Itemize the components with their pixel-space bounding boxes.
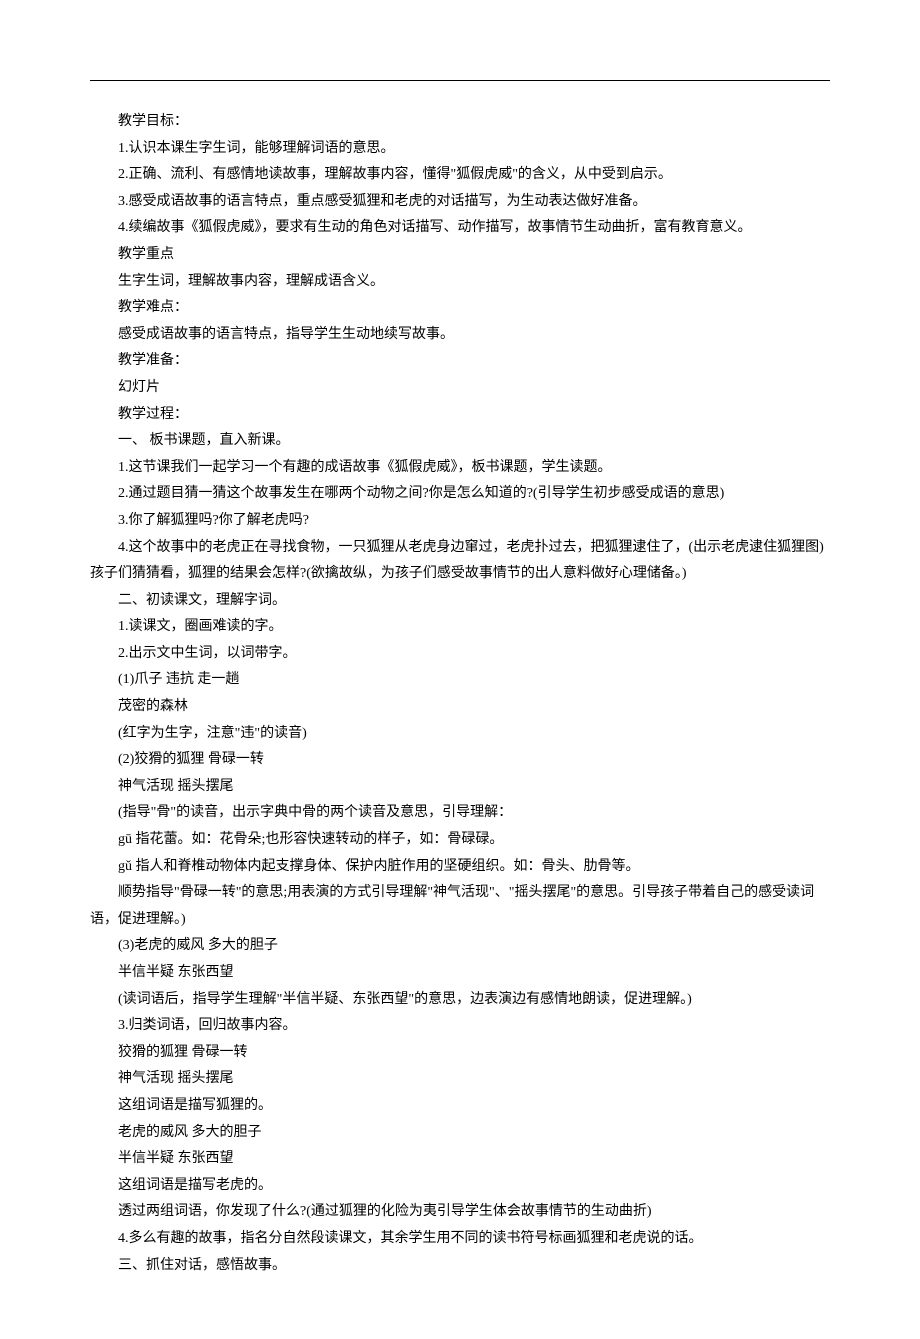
paragraph-line: 神气活现 摇头摆尾 <box>90 774 830 801</box>
paragraph-line: 4.这个故事中的老虎正在寻找食物，一只狐狸从老虎身边窜过，老虎扑过去，把狐狸逮住… <box>90 535 830 588</box>
paragraph-line: 教学难点： <box>90 295 830 322</box>
paragraph-line: 幻灯片 <box>90 375 830 402</box>
paragraph-line: (读词语后，指导学生理解"半信半疑、东张西望"的意思，边表演边有感情地朗读，促进… <box>90 987 830 1014</box>
paragraph-line: 生字生词，理解故事内容，理解成语含义。 <box>90 269 830 296</box>
paragraph-line: 1.读课文，圈画难读的字。 <box>90 614 830 641</box>
paragraph-line: 二、初读课文，理解字词。 <box>90 588 830 615</box>
paragraph-line: 教学准备： <box>90 348 830 375</box>
paragraph-line: 顺势指导"骨碌一转"的意思;用表演的方式引导理解"神气活现"、"摇头摆尾"的意思… <box>90 880 830 933</box>
paragraph-line: 教学重点 <box>90 242 830 269</box>
paragraph-line: gǔ 指人和脊椎动物体内起支撑身体、保护内脏作用的坚硬组织。如：骨头、肋骨等。 <box>90 854 830 881</box>
paragraph-line: 3.感受成语故事的语言特点，重点感受狐狸和老虎的对话描写，为生动表达做好准备。 <box>90 189 830 216</box>
paragraph-line: 半信半疑 东张西望 <box>90 1146 830 1173</box>
paragraph-line: 狡猾的狐狸 骨碌一转 <box>90 1040 830 1067</box>
paragraph-line: 这组词语是描写老虎的。 <box>90 1173 830 1200</box>
paragraph-line: 2.出示文中生词，以词带字。 <box>90 641 830 668</box>
paragraph-line: 教学目标： <box>90 109 830 136</box>
paragraph-line: (2)狡猾的狐狸 骨碌一转 <box>90 747 830 774</box>
paragraph-line: 茂密的森林 <box>90 694 830 721</box>
paragraph-line: (指导"骨"的读音，出示字典中骨的两个读音及意思，引导理解： <box>90 800 830 827</box>
paragraph-line: 透过两组词语，你发现了什么?(通过狐狸的化险为夷引导学生体会故事情节的生动曲折) <box>90 1199 830 1226</box>
top-divider <box>90 80 830 81</box>
paragraph-line: (3)老虎的威风 多大的胆子 <box>90 933 830 960</box>
paragraph-line: 4.续编故事《狐假虎威》，要求有生动的角色对话描写、动作描写，故事情节生动曲折，… <box>90 215 830 242</box>
paragraph-line: 神气活现 摇头摆尾 <box>90 1066 830 1093</box>
paragraph-line: 这组词语是描写狐狸的。 <box>90 1093 830 1120</box>
paragraph-line: 2.通过题目猜一猜这个故事发生在哪两个动物之间?你是怎么知道的?(引导学生初步感… <box>90 481 830 508</box>
paragraph-line: gū 指花蕾。如：花骨朵;也形容快速转动的样子，如：骨碌碌。 <box>90 827 830 854</box>
paragraph-line: 老虎的威风 多大的胆子 <box>90 1120 830 1147</box>
document-page: 教学目标：1.认识本课生字生词，能够理解词语的意思。2.正确、流利、有感情地读故… <box>0 0 920 1339</box>
paragraph-line: (红字为生字，注意"违"的读音) <box>90 721 830 748</box>
paragraph-line: 4.多么有趣的故事，指名分自然段读课文，其余学生用不同的读书符号标画狐狸和老虎说… <box>90 1226 830 1253</box>
paragraph-line: 1.这节课我们一起学习一个有趣的成语故事《狐假虎威》，板书课题，学生读题。 <box>90 455 830 482</box>
paragraph-line: 三、抓住对话，感悟故事。 <box>90 1253 830 1280</box>
paragraph-line: 教学过程： <box>90 402 830 429</box>
paragraph-line: 2.正确、流利、有感情地读故事，理解故事内容，懂得"狐假虎威"的含义，从中受到启… <box>90 162 830 189</box>
paragraph-line: 一、 板书课题，直入新课。 <box>90 428 830 455</box>
paragraph-line: (1)爪子 违抗 走一趟 <box>90 667 830 694</box>
document-body: 教学目标：1.认识本课生字生词，能够理解词语的意思。2.正确、流利、有感情地读故… <box>90 109 830 1279</box>
paragraph-line: 1.认识本课生字生词，能够理解词语的意思。 <box>90 136 830 163</box>
paragraph-line: 感受成语故事的语言特点，指导学生生动地续写故事。 <box>90 322 830 349</box>
paragraph-line: 半信半疑 东张西望 <box>90 960 830 987</box>
paragraph-line: 3.你了解狐狸吗?你了解老虎吗? <box>90 508 830 535</box>
paragraph-line: 3.归类词语，回归故事内容。 <box>90 1013 830 1040</box>
